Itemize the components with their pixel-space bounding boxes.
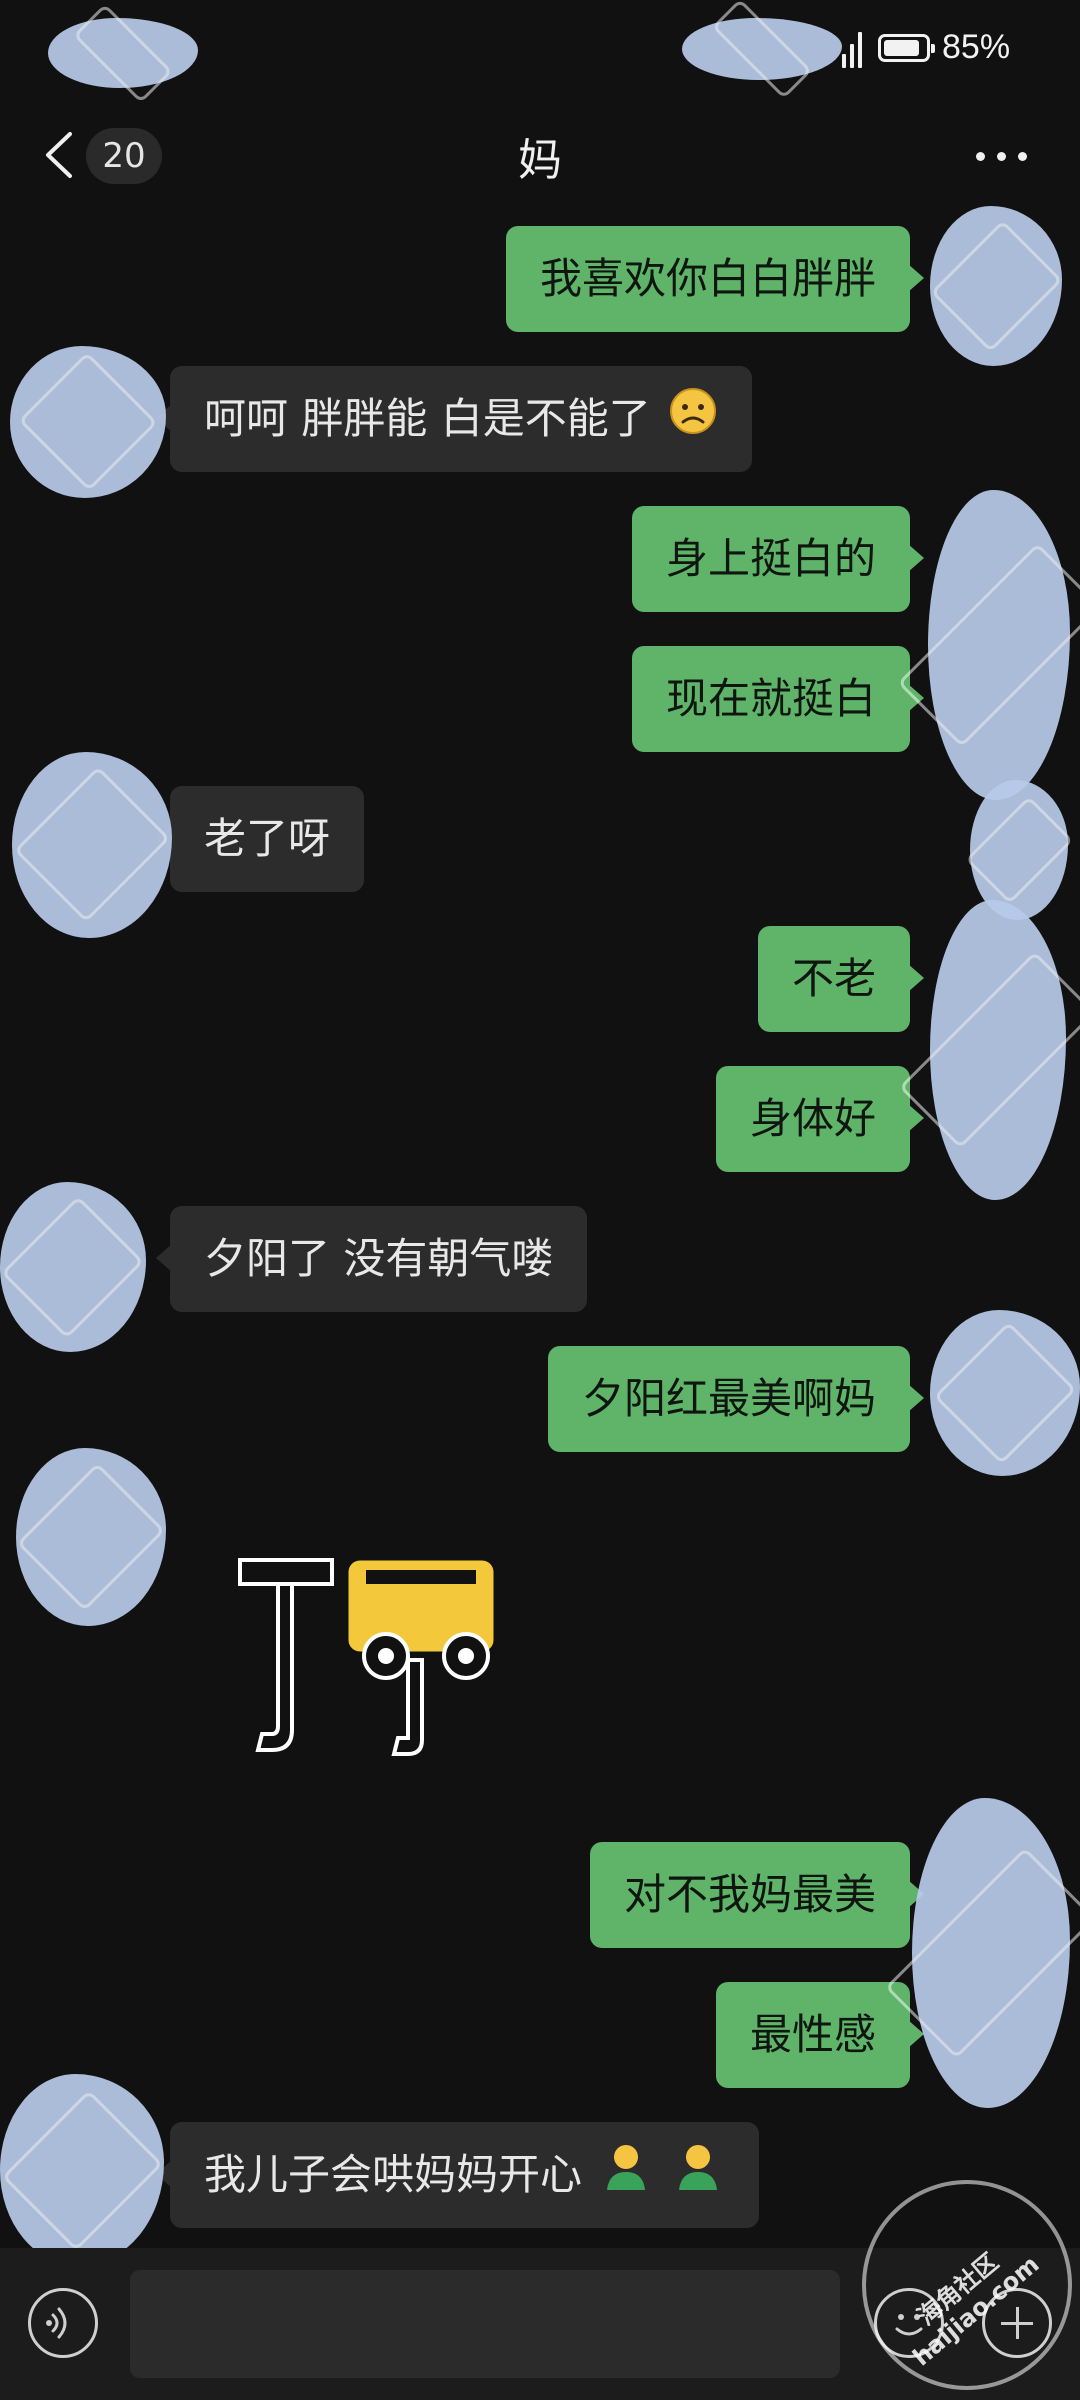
redacted-status-left [48,18,198,88]
redacted-avatar [0,1182,146,1352]
back-button[interactable] [40,128,80,182]
redacted-status-right [682,18,842,80]
sad-face-emoji [668,369,718,475]
redacted-avatar [930,900,1066,1200]
message-bubble-outgoing[interactable]: 身上挺白的 [631,506,925,612]
message-bubble-outgoing[interactable]: 我喜欢你白白胖胖 [505,226,925,332]
input-bar [0,2248,1080,2400]
person-emoji [671,2125,725,2231]
redacted-avatar [16,1448,166,1626]
plus-icon[interactable] [982,2288,1052,2358]
redacted-avatar [970,780,1068,920]
redacted-avatar [10,346,166,498]
redacted-avatar [928,490,1070,800]
message-bubble-outgoing[interactable]: 不老 [757,926,925,1032]
sticker-image[interactable] [236,1540,499,1770]
more-dots-icon[interactable] [976,140,1030,170]
person-emoji [599,2125,653,2231]
redacted-avatar [930,206,1062,366]
message-bubble-outgoing[interactable]: 现在就挺白 [631,646,925,752]
message-text: 呵呵 胖胖能 白是不能了 [204,394,651,443]
signal-icon [842,30,862,68]
message-bubble-incoming[interactable]: 老了呀 [155,786,365,892]
battery-icon [878,34,935,62]
message-bubble-incoming[interactable]: 我儿子会哄妈妈开心 [156,2122,759,2231]
message-input[interactable] [130,2270,840,2378]
message-bubble-outgoing[interactable]: 最性感 [715,1982,925,2088]
chevron-left-icon [46,132,72,178]
emoji-icon[interactable] [874,2288,944,2358]
redacted-avatar [12,752,172,938]
battery-percent: 85% [942,28,1011,66]
redacted-avatar [0,2074,164,2266]
voice-icon[interactable] [28,2288,98,2358]
message-bubble-incoming[interactable]: 呵呵 胖胖能 白是不能了 [155,366,753,475]
status-bar: 85% [0,0,1080,100]
message-bubble-outgoing[interactable]: 对不我妈最美 [589,1842,925,1948]
message-bubble-outgoing[interactable]: 身体好 [715,1066,925,1172]
message-text: 我儿子会哄妈妈开心 [204,2150,583,2199]
chat-title: 妈 [518,135,562,186]
message-bubble-incoming[interactable]: 夕阳了 没有朝气喽 [155,1206,588,1312]
redacted-avatar [912,1798,1070,2108]
message-bubble-outgoing[interactable]: 夕阳红最美啊妈 [547,1346,925,1452]
redacted-avatar [930,1310,1080,1476]
unread-count-badge[interactable]: 20 [86,128,162,184]
